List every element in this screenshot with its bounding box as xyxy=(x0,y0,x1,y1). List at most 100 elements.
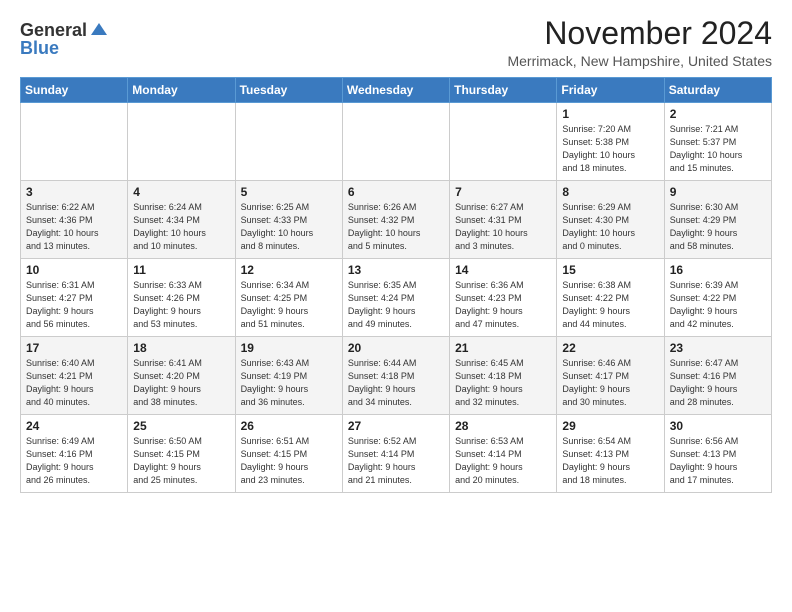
logo: General Blue xyxy=(20,16,109,59)
calendar-cell: 3Sunrise: 6:22 AM Sunset: 4:36 PM Daylig… xyxy=(21,181,128,259)
day-header-friday: Friday xyxy=(557,78,664,103)
calendar-cell: 16 Sunrise: 6:39 AM Sunset: 4:22 PM Dayli… xyxy=(664,259,771,337)
calendar-cell: 29 Sunrise: 6:54 AM Sunset: 4:13 PM Dayli… xyxy=(557,415,664,493)
day-info: Sunrise: 6:38 AM Sunset: 4:22 PM Dayligh… xyxy=(562,279,658,331)
calendar-cell: 9 Sunrise: 6:30 AM Sunset: 4:29 PM Daylig… xyxy=(664,181,771,259)
logo-icon xyxy=(89,21,109,41)
day-number: 17 xyxy=(26,341,122,355)
day-number: 15 xyxy=(562,263,658,277)
day-header-thursday: Thursday xyxy=(450,78,557,103)
day-number: 13 xyxy=(348,263,444,277)
day-header-saturday: Saturday xyxy=(664,78,771,103)
calendar-cell: 26 Sunrise: 6:51 AM Sunset: 4:15 PM Dayli… xyxy=(235,415,342,493)
day-info: Sunrise: 6:39 AM Sunset: 4:22 PM Dayligh… xyxy=(670,279,766,331)
calendar-cell: 14 Sunrise: 6:36 AM Sunset: 4:23 PM Dayli… xyxy=(450,259,557,337)
day-number: 16 xyxy=(670,263,766,277)
day-info: Sunrise: 6:52 AM Sunset: 4:14 PM Dayligh… xyxy=(348,435,444,487)
calendar-cell: 21Sunrise: 6:45 AM Sunset: 4:18 PM Dayli… xyxy=(450,337,557,415)
day-number: 9 xyxy=(670,185,766,199)
day-number: 29 xyxy=(562,419,658,433)
day-number: 4 xyxy=(133,185,229,199)
calendar-cell: 7 Sunrise: 6:27 AM Sunset: 4:31 PM Daylig… xyxy=(450,181,557,259)
day-number: 3 xyxy=(26,185,122,199)
calendar-cell: 19 Sunrise: 6:43 AM Sunset: 4:19 PM Dayli… xyxy=(235,337,342,415)
subtitle: Merrimack, New Hampshire, United States xyxy=(507,53,772,69)
day-number: 12 xyxy=(241,263,337,277)
day-number: 8 xyxy=(562,185,658,199)
day-info: Sunrise: 6:43 AM Sunset: 4:19 PM Dayligh… xyxy=(241,357,337,409)
day-info: Sunrise: 6:27 AM Sunset: 4:31 PM Dayligh… xyxy=(455,201,551,253)
day-number: 28 xyxy=(455,419,551,433)
week-row-5: 24 Sunrise: 6:49 AM Sunset: 4:16 PM Dayli… xyxy=(21,415,772,493)
day-info: Sunrise: 6:29 AM Sunset: 4:30 PM Dayligh… xyxy=(562,201,658,253)
day-info: Sunrise: 6:54 AM Sunset: 4:13 PM Dayligh… xyxy=(562,435,658,487)
day-info: Sunrise: 6:47 AM Sunset: 4:16 PM Dayligh… xyxy=(670,357,766,409)
calendar-cell xyxy=(342,103,449,181)
day-info: Sunrise: 6:31 AM Sunset: 4:27 PM Dayligh… xyxy=(26,279,122,331)
header: General Blue November 2024 Merrimack, Ne… xyxy=(20,16,772,69)
day-header-tuesday: Tuesday xyxy=(235,78,342,103)
calendar-cell xyxy=(450,103,557,181)
page: General Blue November 2024 Merrimack, Ne… xyxy=(0,0,792,503)
calendar-cell: 20 Sunrise: 6:44 AM Sunset: 4:18 PM Dayli… xyxy=(342,337,449,415)
day-number: 30 xyxy=(670,419,766,433)
week-row-3: 10 Sunrise: 6:31 AM Sunset: 4:27 PM Dayli… xyxy=(21,259,772,337)
day-info: Sunrise: 6:35 AM Sunset: 4:24 PM Dayligh… xyxy=(348,279,444,331)
day-header-sunday: Sunday xyxy=(21,78,128,103)
calendar-table: SundayMondayTuesdayWednesdayThursdayFrid… xyxy=(20,77,772,493)
day-number: 1 xyxy=(562,107,658,121)
week-row-4: 17 Sunrise: 6:40 AM Sunset: 4:21 PM Dayli… xyxy=(21,337,772,415)
calendar-cell: 5Sunrise: 6:25 AM Sunset: 4:33 PM Daylig… xyxy=(235,181,342,259)
day-header-wednesday: Wednesday xyxy=(342,78,449,103)
day-info: Sunrise: 7:20 AM Sunset: 5:38 PM Dayligh… xyxy=(562,123,658,175)
day-header-monday: Monday xyxy=(128,78,235,103)
calendar-cell: 23 Sunrise: 6:47 AM Sunset: 4:16 PM Dayli… xyxy=(664,337,771,415)
day-info: Sunrise: 6:30 AM Sunset: 4:29 PM Dayligh… xyxy=(670,201,766,253)
day-number: 18 xyxy=(133,341,229,355)
day-number: 26 xyxy=(241,419,337,433)
calendar-cell: 11Sunrise: 6:33 AM Sunset: 4:26 PM Dayli… xyxy=(128,259,235,337)
day-info: Sunrise: 6:41 AM Sunset: 4:20 PM Dayligh… xyxy=(133,357,229,409)
calendar-cell: 15 Sunrise: 6:38 AM Sunset: 4:22 PM Dayli… xyxy=(557,259,664,337)
calendar-cell: 30 Sunrise: 6:56 AM Sunset: 4:13 PM Dayli… xyxy=(664,415,771,493)
calendar-cell: 10 Sunrise: 6:31 AM Sunset: 4:27 PM Dayli… xyxy=(21,259,128,337)
day-number: 24 xyxy=(26,419,122,433)
calendar-cell: 8 Sunrise: 6:29 AM Sunset: 4:30 PM Daylig… xyxy=(557,181,664,259)
day-info: Sunrise: 6:51 AM Sunset: 4:15 PM Dayligh… xyxy=(241,435,337,487)
calendar-cell: 1 Sunrise: 7:20 AM Sunset: 5:38 PM Daylig… xyxy=(557,103,664,181)
day-number: 6 xyxy=(348,185,444,199)
day-number: 22 xyxy=(562,341,658,355)
week-row-1: 1 Sunrise: 7:20 AM Sunset: 5:38 PM Daylig… xyxy=(21,103,772,181)
day-info: Sunrise: 6:34 AM Sunset: 4:25 PM Dayligh… xyxy=(241,279,337,331)
calendar-cell: 4 Sunrise: 6:24 AM Sunset: 4:34 PM Daylig… xyxy=(128,181,235,259)
day-info: Sunrise: 6:49 AM Sunset: 4:16 PM Dayligh… xyxy=(26,435,122,487)
day-number: 14 xyxy=(455,263,551,277)
day-number: 2 xyxy=(670,107,766,121)
calendar-cell: 6 Sunrise: 6:26 AM Sunset: 4:32 PM Daylig… xyxy=(342,181,449,259)
day-info: Sunrise: 6:26 AM Sunset: 4:32 PM Dayligh… xyxy=(348,201,444,253)
calendar-cell: 12 Sunrise: 6:34 AM Sunset: 4:25 PM Dayli… xyxy=(235,259,342,337)
day-info: Sunrise: 6:36 AM Sunset: 4:23 PM Dayligh… xyxy=(455,279,551,331)
day-number: 25 xyxy=(133,419,229,433)
day-number: 10 xyxy=(26,263,122,277)
day-number: 21 xyxy=(455,341,551,355)
day-number: 19 xyxy=(241,341,337,355)
calendar-cell: 18 Sunrise: 6:41 AM Sunset: 4:20 PM Dayli… xyxy=(128,337,235,415)
day-info: Sunrise: 6:44 AM Sunset: 4:18 PM Dayligh… xyxy=(348,357,444,409)
calendar-cell: 22 Sunrise: 6:46 AM Sunset: 4:17 PM Dayli… xyxy=(557,337,664,415)
day-info: Sunrise: 6:40 AM Sunset: 4:21 PM Dayligh… xyxy=(26,357,122,409)
day-number: 23 xyxy=(670,341,766,355)
calendar-cell: 13 Sunrise: 6:35 AM Sunset: 4:24 PM Dayli… xyxy=(342,259,449,337)
day-info: Sunrise: 6:53 AM Sunset: 4:14 PM Dayligh… xyxy=(455,435,551,487)
day-info: Sunrise: 6:25 AM Sunset: 4:33 PM Dayligh… xyxy=(241,201,337,253)
day-info: Sunrise: 6:46 AM Sunset: 4:17 PM Dayligh… xyxy=(562,357,658,409)
day-info: Sunrise: 6:24 AM Sunset: 4:34 PM Dayligh… xyxy=(133,201,229,253)
month-title: November 2024 xyxy=(507,16,772,51)
title-block: November 2024 Merrimack, New Hampshire, … xyxy=(507,16,772,69)
calendar-cell: 24 Sunrise: 6:49 AM Sunset: 4:16 PM Dayli… xyxy=(21,415,128,493)
day-number: 20 xyxy=(348,341,444,355)
day-number: 7 xyxy=(455,185,551,199)
day-info: Sunrise: 6:56 AM Sunset: 4:13 PM Dayligh… xyxy=(670,435,766,487)
day-info: Sunrise: 7:21 AM Sunset: 5:37 PM Dayligh… xyxy=(670,123,766,175)
calendar-cell xyxy=(235,103,342,181)
